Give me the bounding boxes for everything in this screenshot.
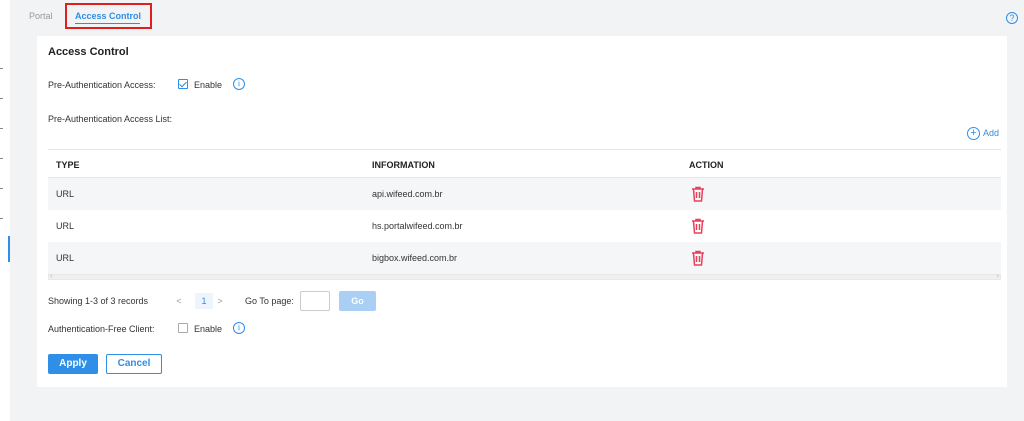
rail-marker bbox=[0, 158, 3, 159]
delete-icon[interactable] bbox=[691, 250, 705, 266]
records-count: Showing 1-3 of 3 records bbox=[48, 296, 149, 306]
cell-type: URL bbox=[56, 221, 75, 231]
pre-auth-enable-label[interactable]: Enable bbox=[194, 80, 222, 90]
rail-marker bbox=[0, 68, 3, 69]
help-icon[interactable]: ? bbox=[1006, 12, 1018, 24]
table-row: URL api.wifeed.com.br bbox=[48, 178, 1001, 210]
pre-auth-access-label: Pre-Authentication Access: bbox=[48, 80, 156, 90]
cell-information: api.wifeed.com.br bbox=[372, 189, 443, 199]
cell-information: hs.portalwifeed.com.br bbox=[372, 221, 463, 231]
tab-portal[interactable]: Portal bbox=[29, 11, 53, 21]
table-row: URL hs.portalwifeed.com.br bbox=[48, 210, 1001, 242]
rail-marker bbox=[0, 188, 3, 189]
go-to-page-label: Go To page: bbox=[245, 296, 294, 306]
left-rail bbox=[0, 0, 10, 421]
table-header: TYPE INFORMATION ACTION bbox=[48, 149, 1001, 178]
cell-type: URL bbox=[56, 189, 75, 199]
column-header-action: ACTION bbox=[689, 160, 724, 170]
tab-access-control[interactable]: Access Control bbox=[65, 3, 152, 29]
table-row: URL bigbox.wifeed.com.br bbox=[48, 242, 1001, 274]
apply-button[interactable]: Apply bbox=[48, 354, 98, 374]
delete-icon[interactable] bbox=[691, 218, 705, 234]
rail-marker bbox=[0, 98, 3, 99]
delete-icon[interactable] bbox=[691, 186, 705, 202]
page-number-button[interactable]: 1 bbox=[195, 293, 213, 309]
next-page-button[interactable]: > bbox=[213, 293, 227, 309]
auth-free-enable-checkbox[interactable] bbox=[178, 323, 188, 333]
pre-auth-enable-checkbox[interactable] bbox=[178, 79, 188, 89]
column-header-information: INFORMATION bbox=[372, 160, 435, 170]
page-title: Access Control bbox=[48, 46, 129, 58]
add-label: Add bbox=[983, 127, 1000, 138]
rail-marker bbox=[0, 128, 3, 129]
go-button[interactable]: Go bbox=[339, 291, 376, 311]
auth-free-enable-label[interactable]: Enable bbox=[194, 324, 222, 334]
cell-information: bigbox.wifeed.com.br bbox=[372, 253, 458, 263]
rail-active-indicator bbox=[8, 236, 10, 262]
info-icon[interactable]: i bbox=[233, 322, 245, 334]
go-to-page-input[interactable] bbox=[300, 291, 330, 311]
rail-marker bbox=[0, 218, 3, 219]
tab-access-control-label: Access Control bbox=[75, 11, 142, 21]
plus-circle-icon: + bbox=[967, 127, 980, 140]
access-control-card: Access Control Pre-Authentication Access… bbox=[37, 36, 1007, 387]
pagination: Showing 1-3 of 3 records < 1 > Go To pag… bbox=[48, 291, 448, 311]
auth-free-client-label: Authentication-Free Client: bbox=[48, 324, 155, 334]
cell-type: URL bbox=[56, 253, 75, 263]
tab-bar: Portal Access Control ? bbox=[10, 0, 1024, 36]
tab-underline bbox=[75, 23, 140, 24]
column-header-type: TYPE bbox=[56, 160, 80, 170]
info-icon[interactable]: i bbox=[233, 78, 245, 90]
horizontal-scrollbar[interactable] bbox=[48, 271, 1001, 280]
access-list-table: TYPE INFORMATION ACTION URL api.wifeed.c… bbox=[48, 149, 1001, 280]
cancel-button[interactable]: Cancel bbox=[106, 354, 162, 374]
pre-auth-list-label: Pre-Authentication Access List: bbox=[48, 114, 173, 124]
add-button[interactable]: + Add bbox=[967, 127, 999, 140]
prev-page-button[interactable]: < bbox=[172, 293, 186, 309]
